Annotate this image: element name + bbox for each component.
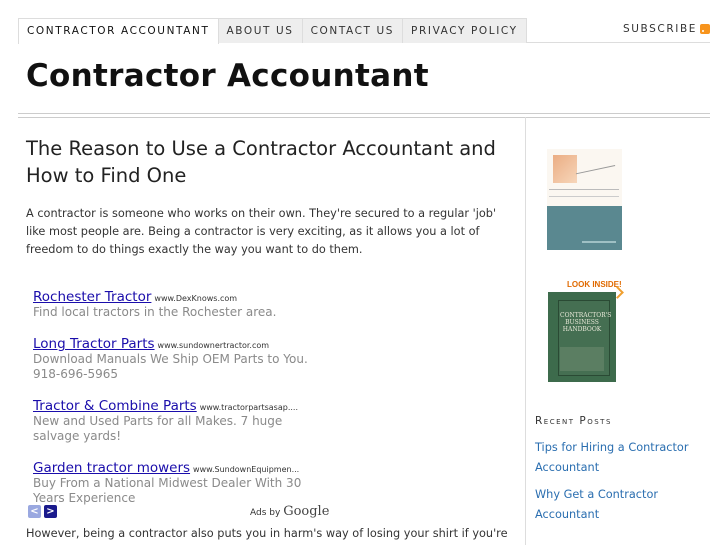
- post-title: The Reason to Use a Contractor Accountan…: [26, 137, 496, 187]
- ad-description: Download Manuals We Ship OEM Parts to Yo…: [33, 352, 308, 381]
- ad-description: Find local tractors in the Rochester are…: [33, 305, 277, 319]
- ad-title-link[interactable]: Long Tractor Parts: [33, 336, 155, 352]
- book-cover-image[interactable]: [547, 149, 622, 250]
- book-title: CONTRACTOR'S BUSINESS HANDBOOK: [560, 312, 612, 333]
- header-divider: [18, 113, 710, 118]
- recent-post-link[interactable]: Tips for Hiring a Contractor Accountant: [535, 441, 688, 474]
- recent-posts-heading: Recent Posts: [535, 415, 612, 427]
- tab-contact-us[interactable]: CONTACT US: [301, 18, 404, 43]
- ad-item: Tractor & Combine Parts www.tractorpartsa…: [33, 395, 323, 444]
- recent-post-link[interactable]: Why Get a Contractor Accountant: [535, 488, 658, 521]
- google-logo: Google: [283, 504, 330, 519]
- ad-url[interactable]: www.DexKnows.com: [154, 294, 237, 303]
- ad-block: Rochester Tractor www.DexKnows.com Find l…: [33, 286, 323, 519]
- look-inside-badge: LOOK INSIDE!: [567, 280, 622, 289]
- ad-title-link[interactable]: Tractor & Combine Parts: [33, 398, 197, 414]
- ad-description: New and Used Parts for all Makes. 7 huge…: [33, 414, 283, 443]
- column-divider: [525, 117, 526, 545]
- ad-item: Garden tractor mowers www.SundownEquipmen…: [33, 457, 323, 506]
- ads-by-label: Ads by: [250, 508, 281, 518]
- ad-prev-icon[interactable]: <: [28, 505, 41, 518]
- post-intro: A contractor is someone who works on the…: [26, 207, 497, 256]
- subscribe-label: SUBSCRIBE: [623, 23, 697, 35]
- ads-by-google[interactable]: Ads by Google: [250, 504, 329, 519]
- rss-icon: [700, 24, 710, 34]
- ad-description: Buy From a National Midwest Dealer With …: [33, 476, 302, 505]
- ad-item: Long Tractor Parts www.sundownertractor.c…: [33, 333, 323, 382]
- ad-item: Rochester Tractor www.DexKnows.com Find l…: [33, 286, 323, 320]
- ad-title-link[interactable]: Rochester Tractor: [33, 289, 151, 305]
- ad-navigation: < >: [28, 505, 57, 518]
- top-navigation: CONTRACTOR ACCOUNTANT ABOUT US CONTACT U…: [18, 18, 710, 44]
- ad-url[interactable]: www.sundownertractor.com: [158, 341, 269, 350]
- list-item: Tips for Hiring a Contractor Accountant: [535, 436, 705, 476]
- recent-posts-list: Tips for Hiring a Contractor Accountant …: [535, 436, 705, 530]
- list-item: Why Get a Contractor Accountant: [535, 483, 705, 523]
- tab-privacy-policy[interactable]: PRIVACY POLICY: [402, 18, 527, 43]
- tab-about-us[interactable]: ABOUT US: [217, 18, 303, 43]
- ad-url[interactable]: www.tractorpartsasap....: [200, 403, 298, 412]
- tab-contractor-accountant[interactable]: CONTRACTOR ACCOUNTANT: [18, 18, 219, 44]
- site-title[interactable]: Contractor Accountant: [26, 58, 429, 94]
- contractors-handbook-cover[interactable]: CONTRACTOR'S BUSINESS HANDBOOK: [548, 292, 616, 382]
- ad-next-icon[interactable]: >: [44, 505, 57, 518]
- post-continuation: However, being a contractor also puts yo…: [26, 527, 508, 540]
- ad-title-link[interactable]: Garden tractor mowers: [33, 460, 190, 476]
- ad-url[interactable]: www.SundownEquipmen...: [193, 465, 299, 474]
- subscribe-link[interactable]: SUBSCRIBE: [623, 23, 710, 35]
